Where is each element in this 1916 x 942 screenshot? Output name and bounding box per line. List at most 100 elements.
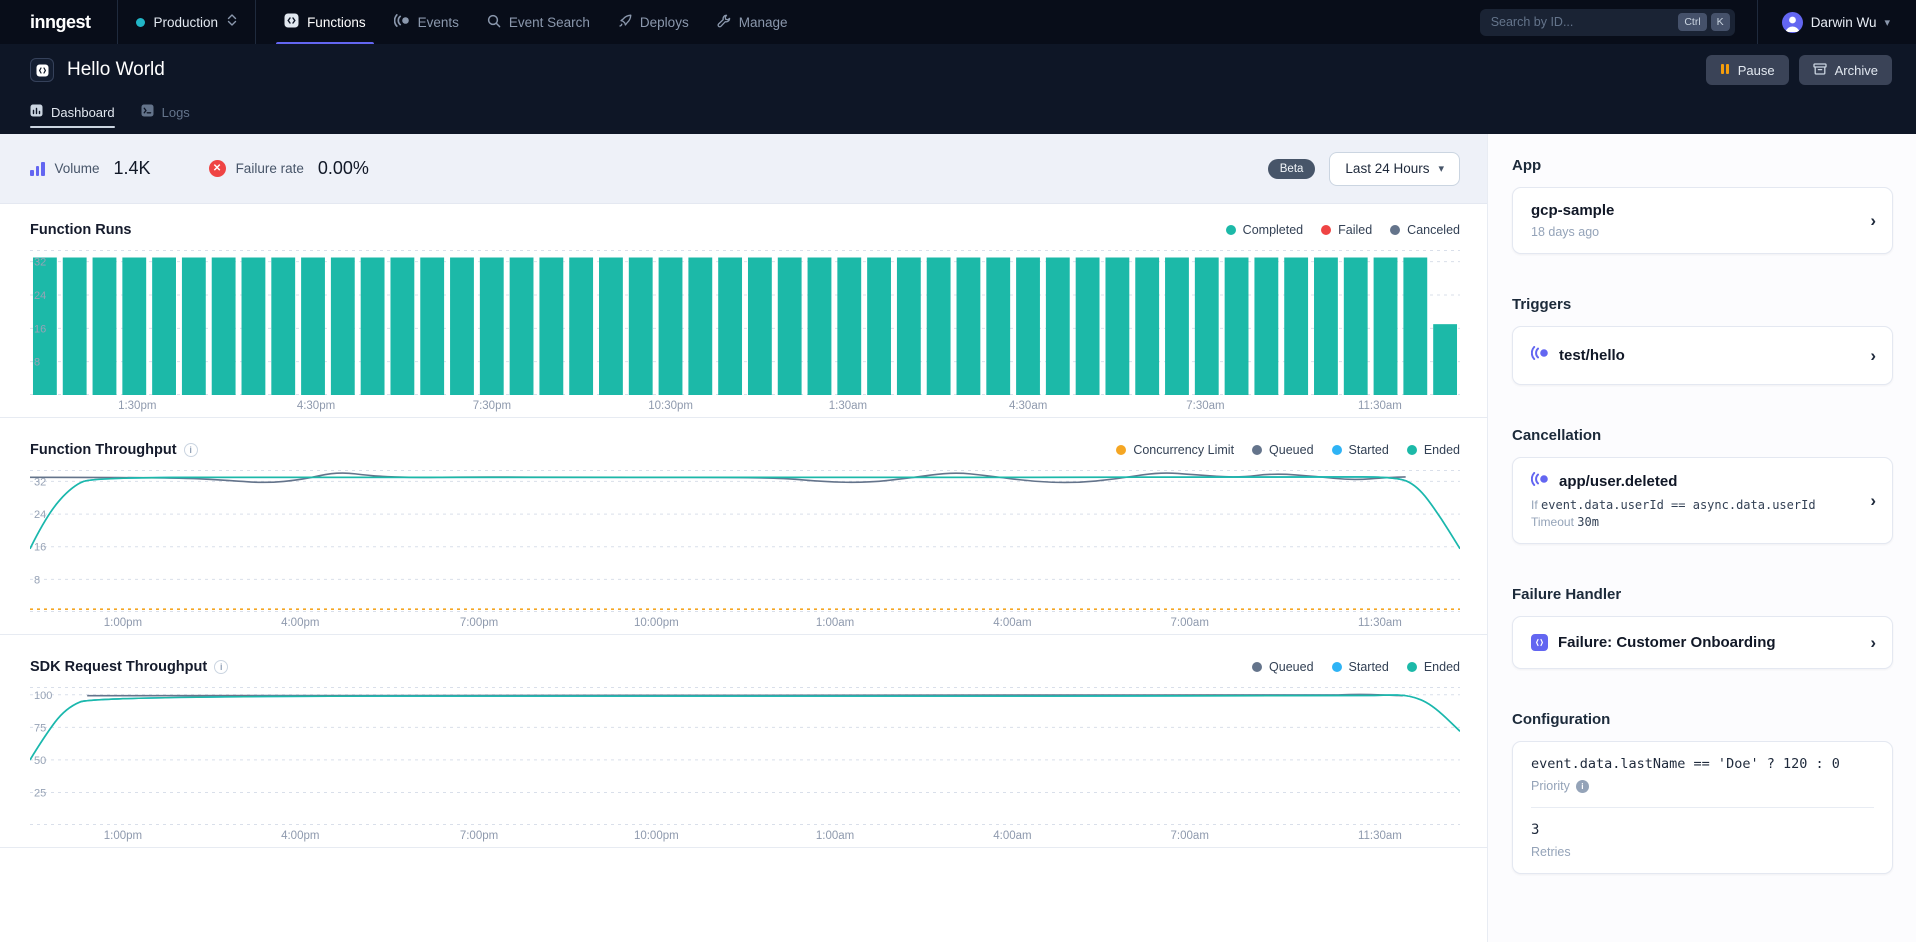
kbd-k: K [1711, 13, 1730, 31]
section-heading: Cancellation [1512, 427, 1893, 444]
global-search[interactable]: Ctrl K [1480, 9, 1735, 36]
tab-dashboard[interactable]: Dashboard [30, 96, 115, 128]
user-menu[interactable]: Darwin Wu ▾ [1757, 0, 1916, 44]
page-title: Hello World [67, 59, 165, 81]
function-header: Hello World Pause Archive [0, 44, 1916, 134]
function-runs-section: Function Runs CompletedFailedCanceled 81… [0, 204, 1487, 418]
event-signal-icon [394, 14, 410, 30]
cancellation-section: Cancellation app/user.deleted If event.d… [1512, 427, 1893, 544]
nav-tab-events[interactable]: Events [380, 0, 473, 44]
legend-item: Completed [1226, 223, 1303, 237]
cancellation-event-name: app/user.deleted [1559, 473, 1677, 490]
archive-label: Archive [1835, 63, 1878, 78]
app-name: gcp-sample [1531, 202, 1852, 219]
x-tick-label: 4:30am [1009, 400, 1047, 412]
nav-tab-event-search[interactable]: Event Search [473, 0, 604, 44]
failure-handler-card[interactable]: Failure: Customer Onboarding › [1512, 616, 1893, 669]
sdk-throughput-chart: 255075100 [30, 687, 1460, 825]
chevron-right-icon: › [1870, 491, 1876, 511]
nav-tab-label: Manage [739, 15, 788, 30]
legend-item: Canceled [1390, 223, 1460, 237]
chart-title: SDK Request Throughputi [30, 659, 228, 675]
beta-badge: Beta [1268, 159, 1316, 179]
time-range-dropdown[interactable]: Last 24 Hours ▾ [1329, 152, 1460, 186]
trigger-card[interactable]: test/hello › [1512, 326, 1893, 385]
legend-item: Ended [1407, 660, 1460, 674]
nav-tab-functions[interactable]: Functions [270, 0, 380, 44]
chevron-down-icon: ▾ [1438, 162, 1444, 175]
search-icon [487, 14, 501, 31]
legend-item: Queued [1252, 660, 1313, 674]
search-input[interactable] [1491, 15, 1675, 29]
x-tick-label: 11:30am [1358, 400, 1402, 412]
legend-item: Ended [1407, 443, 1460, 457]
environment-label: Production [154, 15, 219, 30]
pause-button[interactable]: Pause [1706, 55, 1789, 85]
volume-stat: Volume 1.4K [30, 158, 151, 179]
archive-button[interactable]: Archive [1799, 55, 1892, 85]
chevron-down-icon: ▾ [1884, 16, 1890, 29]
nav-right: Ctrl K Darwin Wu ▾ [1480, 0, 1916, 44]
configuration-card: event.data.lastName == 'Doe' ? 120 : 0 P… [1512, 741, 1893, 874]
nav-tab-label: Event Search [509, 15, 590, 30]
nav-tab-deploys[interactable]: Deploys [604, 0, 703, 44]
chevron-right-icon: › [1870, 346, 1876, 366]
svg-text:32: 32 [34, 476, 46, 488]
section-heading: Configuration [1512, 711, 1893, 728]
svg-text:50: 50 [34, 755, 46, 767]
nav-tab-manage[interactable]: Manage [703, 0, 802, 44]
info-icon[interactable]: i [214, 660, 228, 674]
triggers-section: Triggers test/hello › [1512, 296, 1893, 385]
chart-title: Function Runs [30, 222, 132, 238]
priority-expression: event.data.lastName == 'Doe' ? 120 : 0 [1531, 756, 1874, 772]
x-tick-label: 1:00pm [104, 830, 142, 842]
x-tick-label: 4:00am [993, 617, 1031, 629]
volume-value: 1.4K [114, 158, 151, 179]
cancellation-card[interactable]: app/user.deleted If event.data.userId ==… [1512, 457, 1893, 544]
cancellation-timeout: Timeout 30m [1531, 515, 1852, 529]
info-icon[interactable]: i [184, 443, 198, 457]
pause-label: Pause [1738, 63, 1775, 78]
x-tick-label: 7:00pm [460, 617, 498, 629]
x-tick-label: 10:00pm [634, 617, 679, 629]
function-throughput-chart: 8162432 [30, 470, 1460, 612]
legend-item: Failed [1321, 223, 1372, 237]
function-throughput-legend: Concurrency LimitQueuedStartedEnded [1116, 443, 1460, 457]
x-tick-label: 1:30pm [118, 400, 156, 412]
svg-text:16: 16 [34, 323, 46, 335]
x-tick-label: 4:00pm [281, 617, 319, 629]
kbd-ctrl: Ctrl [1678, 13, 1706, 31]
app-section: App gcp-sample 18 days ago › [1512, 157, 1893, 254]
tab-label: Logs [162, 105, 190, 120]
event-signal-icon [1531, 346, 1549, 365]
app-meta: 18 days ago [1531, 225, 1852, 239]
x-axis-labels: 1:30pm4:30pm7:30pm10:30pm1:30am4:30am7:3… [30, 395, 1460, 417]
x-tick-label: 11:30am [1358, 617, 1402, 629]
svg-text:8: 8 [34, 574, 40, 586]
svg-text:100: 100 [34, 690, 52, 702]
section-heading: Triggers [1512, 296, 1893, 313]
function-runs-legend: Completed Failed Canceled [1226, 223, 1460, 237]
app-card[interactable]: gcp-sample 18 days ago › [1512, 187, 1893, 254]
x-axis-labels: 1:00pm4:00pm7:00pm10:00pm1:00am4:00am7:0… [30, 825, 1460, 847]
info-icon[interactable]: i [1576, 780, 1589, 793]
inngest-logo: inngest [0, 12, 117, 33]
svg-text:25: 25 [34, 787, 46, 799]
tab-logs[interactable]: Logs [141, 96, 190, 128]
tab-label: Dashboard [51, 105, 115, 120]
failure-handler-section: Failure Handler Failure: Customer Onboar… [1512, 586, 1893, 669]
priority-label: Priority i [1531, 779, 1874, 793]
x-tick-label: 4:00am [993, 830, 1031, 842]
code-box-icon [284, 13, 299, 31]
archive-icon [1813, 63, 1827, 78]
legend-item: Started [1332, 443, 1389, 457]
x-tick-label: 1:00am [816, 830, 854, 842]
function-throughput-section: Function Throughputi Concurrency LimitQu… [0, 418, 1487, 635]
svg-text:32: 32 [34, 257, 46, 269]
stats-bar: Volume 1.4K ✕ Failure rate 0.00% Beta La… [0, 134, 1487, 204]
x-tick-label: 11:30am [1358, 830, 1402, 842]
x-tick-label: 10:00pm [634, 830, 679, 842]
divider [1531, 807, 1874, 808]
environment-switcher[interactable]: Production [118, 0, 256, 44]
x-tick-label: 4:00pm [281, 830, 319, 842]
